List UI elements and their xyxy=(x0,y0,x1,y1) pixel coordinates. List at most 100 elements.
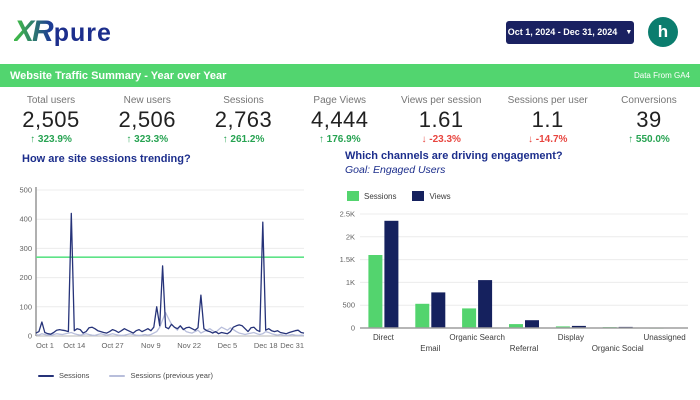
channels-bar-chart[interactable]: 0 500 1K 1.5K 2K 2.5K Direct Email Organic Searc… xyxy=(330,206,695,371)
svg-text:300: 300 xyxy=(19,244,32,253)
legend-label: Sessions xyxy=(59,371,89,380)
svg-text:Display: Display xyxy=(558,333,584,342)
scorecard-sessions: Sessions2,763↑ 261.2% xyxy=(209,95,279,145)
metric-label: Sessions per user xyxy=(508,95,588,106)
metric-delta: ↑ 261.2% xyxy=(209,134,279,145)
metric-value: 39 xyxy=(614,107,684,133)
avatar-letter: h xyxy=(658,22,668,42)
legend-item: Views xyxy=(412,191,450,201)
svg-text:Dec 18: Dec 18 xyxy=(254,341,278,350)
legend-line-swatch xyxy=(38,375,54,377)
metric-value: 1.61 xyxy=(401,107,481,133)
banner-source-note: Data From GA4 xyxy=(634,71,690,80)
svg-text:100: 100 xyxy=(19,302,32,311)
metric-label: New users xyxy=(112,95,182,106)
metric-value: 1.1 xyxy=(508,107,588,133)
metric-delta-value: 261.2% xyxy=(230,134,264,145)
metric-label: Sessions xyxy=(209,95,279,106)
scorecard-total-users: Total users2,505↑ 323.9% xyxy=(16,95,86,145)
metric-label: Total users xyxy=(16,95,86,106)
svg-text:Oct 1: Oct 1 xyxy=(36,341,54,350)
legend-square-swatch xyxy=(347,191,359,201)
scorecard-conversions: Conversions39↑ 550.0% xyxy=(614,95,684,145)
scorecard-page-views: Page Views4,444↑ 176.9% xyxy=(305,95,375,145)
svg-text:2K: 2K xyxy=(346,232,355,241)
metric-delta-value: 176.9% xyxy=(327,134,361,145)
svg-text:Organic Social: Organic Social xyxy=(592,344,644,353)
date-range-selector[interactable]: Oct 1, 2024 - Dec 31, 2024 ▼ xyxy=(506,21,634,44)
top-bar: XR pure Oct 1, 2024 - Dec 31, 2024 ▼ h xyxy=(0,0,700,64)
user-avatar[interactable]: h xyxy=(648,17,678,47)
scorecard-views-per-session: Views per session1.61↓ -23.3% xyxy=(401,95,481,145)
xr-monogram-icon: XR xyxy=(14,15,54,49)
svg-text:Dec 31: Dec 31 xyxy=(280,341,304,350)
svg-text:Unassigned: Unassigned xyxy=(643,333,685,342)
arrow-up-icon: ↑ xyxy=(126,134,134,145)
metric-delta-value: 323.9% xyxy=(38,134,72,145)
legend-item: Sessions (previous year) xyxy=(109,371,213,380)
metric-value: 2,505 xyxy=(16,107,86,133)
svg-text:1.5K: 1.5K xyxy=(340,255,355,264)
chevron-down-icon: ▼ xyxy=(625,29,632,36)
svg-text:200: 200 xyxy=(19,273,32,282)
bar-section-title: Which channels are driving engagement? xyxy=(345,150,563,162)
svg-text:Direct: Direct xyxy=(373,333,395,342)
metric-delta: ↑ 323.3% xyxy=(112,134,182,145)
metric-delta: ↓ -23.3% xyxy=(401,134,481,145)
metric-label: Views per session xyxy=(401,95,481,106)
legend-item: Sessions xyxy=(38,371,89,380)
metric-delta-value: -23.3% xyxy=(429,134,461,145)
svg-text:Organic Search: Organic Search xyxy=(449,333,505,342)
legend-label: Views xyxy=(429,192,450,201)
metric-label: Conversions xyxy=(614,95,684,106)
metric-delta-value: 323.3% xyxy=(134,134,168,145)
svg-text:Oct 27: Oct 27 xyxy=(102,341,124,350)
sessions-line-legend: Sessions Sessions (previous year) xyxy=(38,371,310,380)
arrow-down-icon: ↓ xyxy=(528,134,536,145)
svg-text:500: 500 xyxy=(342,301,355,310)
svg-text:Nov 9: Nov 9 xyxy=(141,341,161,350)
logo-wordmark: pure xyxy=(54,19,112,48)
top-right-controls: Oct 1, 2024 - Dec 31, 2024 ▼ h xyxy=(506,17,678,47)
legend-item: Sessions xyxy=(347,191,396,201)
arrow-up-icon: ↑ xyxy=(319,134,327,145)
svg-text:Nov 22: Nov 22 xyxy=(177,341,201,350)
legend-line-swatch xyxy=(109,375,125,377)
svg-text:400: 400 xyxy=(19,215,32,224)
metric-delta-value: 550.0% xyxy=(636,134,670,145)
arrow-up-icon: ↑ xyxy=(30,134,38,145)
svg-text:0: 0 xyxy=(351,324,355,333)
metric-value: 2,506 xyxy=(112,107,182,133)
metric-value: 4,444 xyxy=(305,107,375,133)
date-range-label: Oct 1, 2024 - Dec 31, 2024 xyxy=(508,27,618,37)
bar-section-subtitle: Goal: Engaged Users xyxy=(345,164,445,176)
sessions-line-chart-section: 0 100 200 300 400 500 Oct 1 Oct 14 Oct 27 Nov 9 No… xyxy=(8,184,310,380)
svg-text:Referral: Referral xyxy=(510,344,539,353)
metric-delta: ↑ 550.0% xyxy=(614,134,684,145)
metric-delta-value: -14.7% xyxy=(536,134,568,145)
svg-text:Email: Email xyxy=(420,344,440,353)
metric-delta: ↑ 176.9% xyxy=(305,134,375,145)
svg-text:2.5K: 2.5K xyxy=(340,210,355,219)
metric-value: 2,763 xyxy=(209,107,279,133)
metric-delta: ↑ 323.9% xyxy=(16,134,86,145)
arrow-up-icon: ↑ xyxy=(628,134,636,145)
metric-label: Page Views xyxy=(305,95,375,106)
line-section-title: How are site sessions trending? xyxy=(22,153,191,165)
legend-square-swatch xyxy=(412,191,424,201)
legend-label: Sessions xyxy=(364,192,396,201)
legend-label: Sessions (previous year) xyxy=(130,371,213,380)
sessions-line-chart[interactable]: 0 100 200 300 400 500 Oct 1 Oct 14 Oct 27 Nov 9 No… xyxy=(8,184,310,367)
svg-text:0: 0 xyxy=(28,332,32,341)
channels-bar-legend: Sessions Views xyxy=(347,191,451,201)
scorecard-sessions-per-user: Sessions per user1.1↓ -14.7% xyxy=(508,95,588,145)
svg-text:1K: 1K xyxy=(346,278,355,287)
logo: XR pure xyxy=(14,15,112,49)
scorecard-new-users: New users2,506↑ 323.3% xyxy=(112,95,182,145)
svg-text:Oct 14: Oct 14 xyxy=(63,341,85,350)
metric-delta: ↓ -14.7% xyxy=(508,134,588,145)
svg-text:Dec 5: Dec 5 xyxy=(218,341,238,350)
banner-title: Website Traffic Summary - Year over Year xyxy=(10,70,226,82)
svg-text:500: 500 xyxy=(19,186,32,195)
scorecards-row: Total users2,505↑ 323.9%New users2,506↑ … xyxy=(0,95,700,145)
